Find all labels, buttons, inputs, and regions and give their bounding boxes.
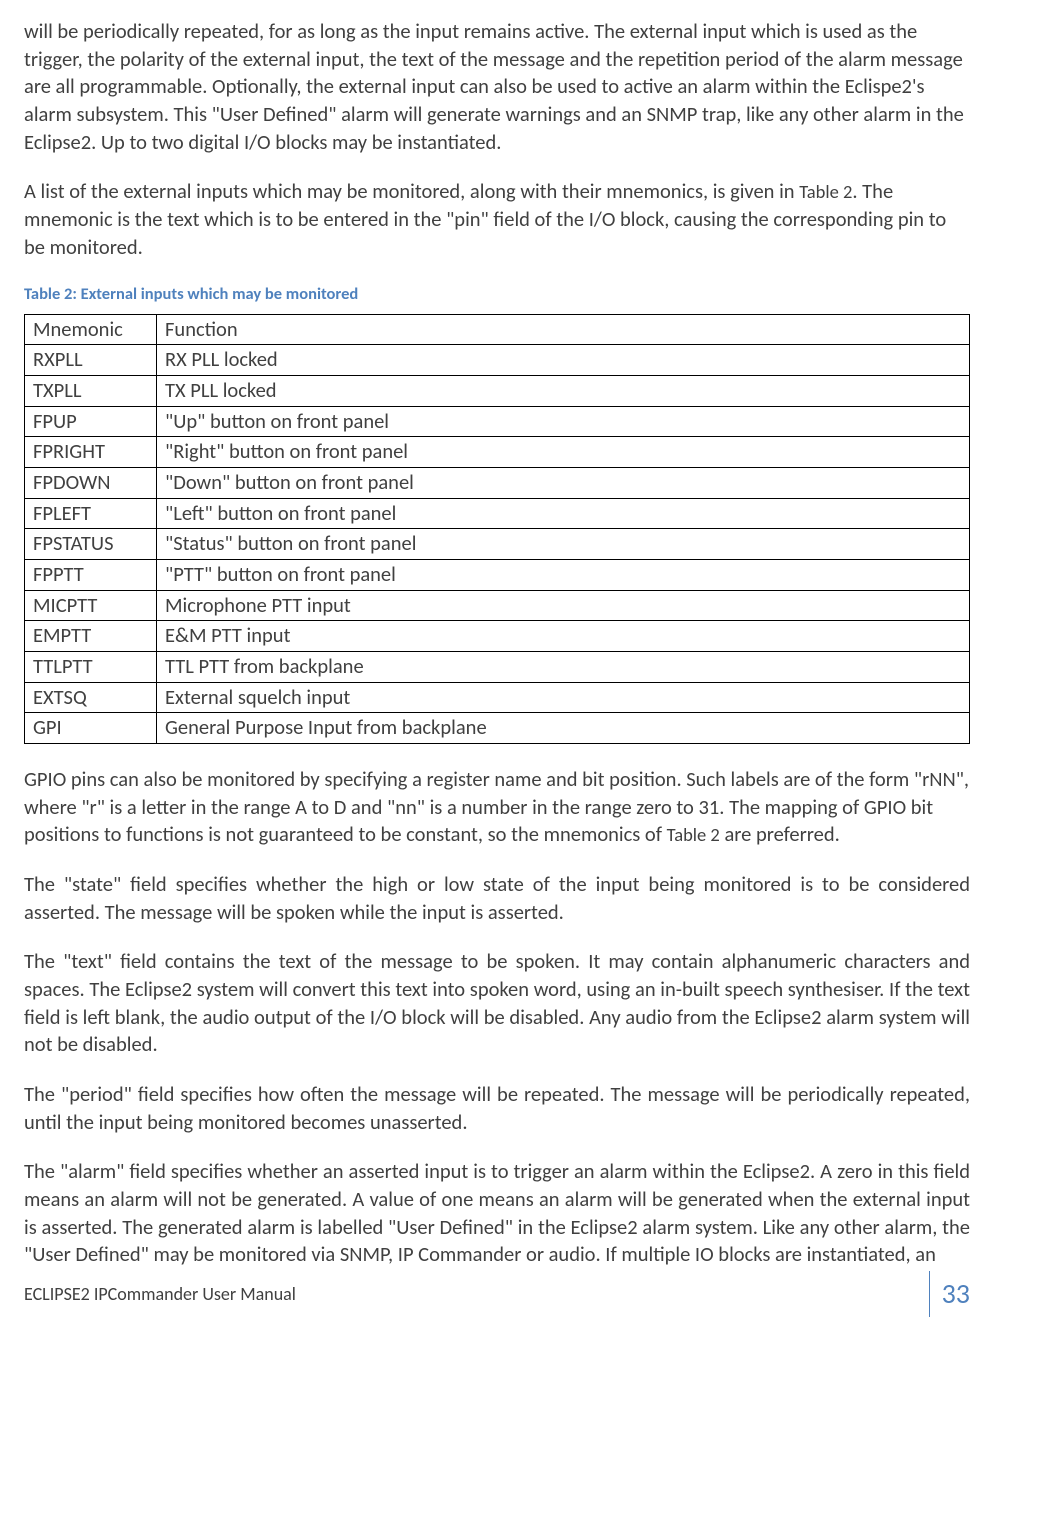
cell-function: "Status" button on front panel bbox=[157, 529, 970, 560]
cell-function: External squelch input bbox=[157, 682, 970, 713]
page-number-wrap: 33 bbox=[929, 1271, 970, 1317]
cell-mnemonic: TXPLL bbox=[25, 375, 157, 406]
table-row: TXPLLTX PLL locked bbox=[25, 375, 970, 406]
table-row: RXPLLRX PLL locked bbox=[25, 345, 970, 376]
body-paragraph-4: The "state" field specifies whether the … bbox=[24, 871, 970, 926]
page-footer: ECLIPSE2 IPCommander User Manual 33 bbox=[24, 1271, 970, 1317]
body-paragraph-2: A list of the external inputs which may … bbox=[24, 178, 970, 261]
p2-part-a: A list of the external inputs which may … bbox=[24, 178, 799, 204]
body-paragraph-7: The "alarm" field specifies whether an a… bbox=[24, 1158, 970, 1269]
body-paragraph-1: will be periodically repeated, for as lo… bbox=[24, 18, 970, 156]
table-row: EMPTTE&M PTT input bbox=[25, 621, 970, 652]
table-row: FPDOWN"Down" button on front panel bbox=[25, 468, 970, 499]
cell-function: "Up" button on front panel bbox=[157, 406, 970, 437]
cell-mnemonic: EXTSQ bbox=[25, 682, 157, 713]
cell-function: Microphone PTT input bbox=[157, 590, 970, 621]
cell-function: TTL PTT from backplane bbox=[157, 652, 970, 683]
cell-function: RX PLL locked bbox=[157, 345, 970, 376]
cell-mnemonic: GPI bbox=[25, 713, 157, 744]
header-function: Function bbox=[157, 314, 970, 345]
table-row: FPLEFT"Left" button on front panel bbox=[25, 498, 970, 529]
table-row: FPRIGHT"Right" button on front panel bbox=[25, 437, 970, 468]
p3-table-ref: Table 2 bbox=[667, 823, 720, 846]
cell-function: "Left" button on front panel bbox=[157, 498, 970, 529]
cell-mnemonic: FPUP bbox=[25, 406, 157, 437]
table-header-row: Mnemonic Function bbox=[25, 314, 970, 345]
cell-function: TX PLL locked bbox=[157, 375, 970, 406]
table-row: MICPTTMicrophone PTT input bbox=[25, 590, 970, 621]
cell-mnemonic: FPRIGHT bbox=[25, 437, 157, 468]
cell-function: General Purpose Input from backplane bbox=[157, 713, 970, 744]
p2-table-ref: Table 2 bbox=[799, 180, 852, 203]
table-caption: Table 2: External inputs which may be mo… bbox=[24, 283, 970, 305]
header-mnemonic: Mnemonic bbox=[25, 314, 157, 345]
cell-mnemonic: EMPTT bbox=[25, 621, 157, 652]
cell-mnemonic: RXPLL bbox=[25, 345, 157, 376]
cell-function: E&M PTT input bbox=[157, 621, 970, 652]
table-row: FPSTATUS"Status" button on front panel bbox=[25, 529, 970, 560]
body-paragraph-6: The "period" field specifies how often t… bbox=[24, 1081, 970, 1136]
cell-mnemonic: MICPTT bbox=[25, 590, 157, 621]
p3-part-b: are preferred. bbox=[720, 821, 840, 847]
cell-function: "Down" button on front panel bbox=[157, 468, 970, 499]
cell-mnemonic: FPPTT bbox=[25, 560, 157, 591]
body-paragraph-3: GPIO pins can also be monitored by speci… bbox=[24, 766, 970, 849]
cell-mnemonic: FPSTATUS bbox=[25, 529, 157, 560]
cell-function: "PTT" button on front panel bbox=[157, 560, 970, 591]
table-row: FPUP"Up" button on front panel bbox=[25, 406, 970, 437]
cell-function: "Right" button on front panel bbox=[157, 437, 970, 468]
cell-mnemonic: FPLEFT bbox=[25, 498, 157, 529]
table-row: FPPTT"PTT" button on front panel bbox=[25, 560, 970, 591]
cell-mnemonic: TTLPTT bbox=[25, 652, 157, 683]
table-row: TTLPTTTTL PTT from backplane bbox=[25, 652, 970, 683]
table-row: GPIGeneral Purpose Input from backplane bbox=[25, 713, 970, 744]
cell-mnemonic: FPDOWN bbox=[25, 468, 157, 499]
table-row: EXTSQExternal squelch input bbox=[25, 682, 970, 713]
body-paragraph-5: The "text" field contains the text of th… bbox=[24, 948, 970, 1059]
page-number: 33 bbox=[929, 1271, 970, 1317]
mnemonic-table: Mnemonic Function RXPLLRX PLL locked TXP… bbox=[24, 314, 970, 744]
footer-title: ECLIPSE2 IPCommander User Manual bbox=[24, 1282, 296, 1306]
